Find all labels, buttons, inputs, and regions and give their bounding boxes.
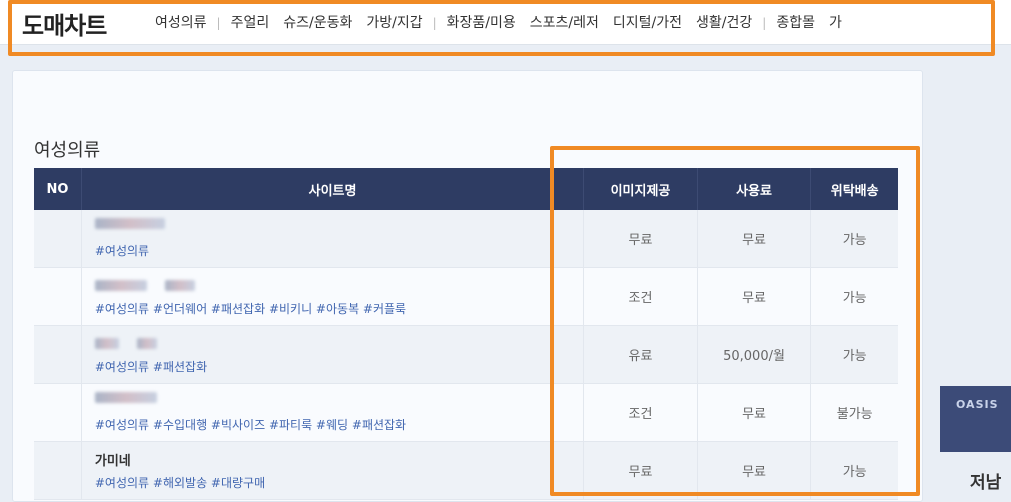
col-no: NO [34,168,82,210]
cell-no [34,383,82,442]
cell-site[interactable]: #여성의류 #언더웨어 #패션잡화 #비키니 #아동복 #커플룩 [81,267,585,326]
advert-label: OASIS [956,398,999,411]
redacted-site-name [94,338,119,349]
redacted-site-name [94,280,147,291]
site-name-text[interactable]: 가미네 [95,454,131,469]
redacted-site-name [94,218,165,229]
advert-text: 저남 [970,473,1002,493]
redacted-site-name [164,280,195,291]
nav-highlight-box [8,0,995,56]
site-name[interactable] [94,218,165,233]
redacted-site-name [94,392,157,403]
cell-site[interactable]: #여성의류 #수입대행 #빅사이즈 #파티룩 #웨딩 #패션잡화 [81,383,585,442]
site-tags[interactable]: #여성의류 [95,242,149,259]
site-name[interactable]: 가미네 [95,450,131,469]
cell-no [34,325,82,384]
redacted-site-name [136,338,157,349]
side-advert[interactable]: OASIS 저남 [940,386,1011,502]
cell-site[interactable]: #여성의류 #패션잡화 [81,325,585,384]
cell-site[interactable]: 가미네 #여성의류 #해외발송 #대량구매 [81,441,585,500]
cell-no [34,267,82,326]
site-tags[interactable]: #여성의류 #언더웨어 #패션잡화 #비키니 #아동복 #커플룩 [95,300,406,317]
cell-no [34,210,82,268]
site-name[interactable] [94,334,157,353]
col-site: 사이트명 [81,168,585,210]
site-tags[interactable]: #여성의류 #해외발송 #대량구매 [95,474,265,491]
site-tags[interactable]: #여성의류 #수입대행 #빅사이즈 #파티룩 #웨딩 #패션잡화 [95,416,406,433]
cell-no [34,441,82,500]
columns-highlight-box [550,146,920,496]
site-name[interactable] [94,276,195,295]
section-title: 여성의류 [34,140,101,161]
cell-site[interactable]: #여성의류 [81,210,585,268]
site-name[interactable] [94,392,157,407]
site-tags[interactable]: #여성의류 #패션잡화 [95,358,207,375]
